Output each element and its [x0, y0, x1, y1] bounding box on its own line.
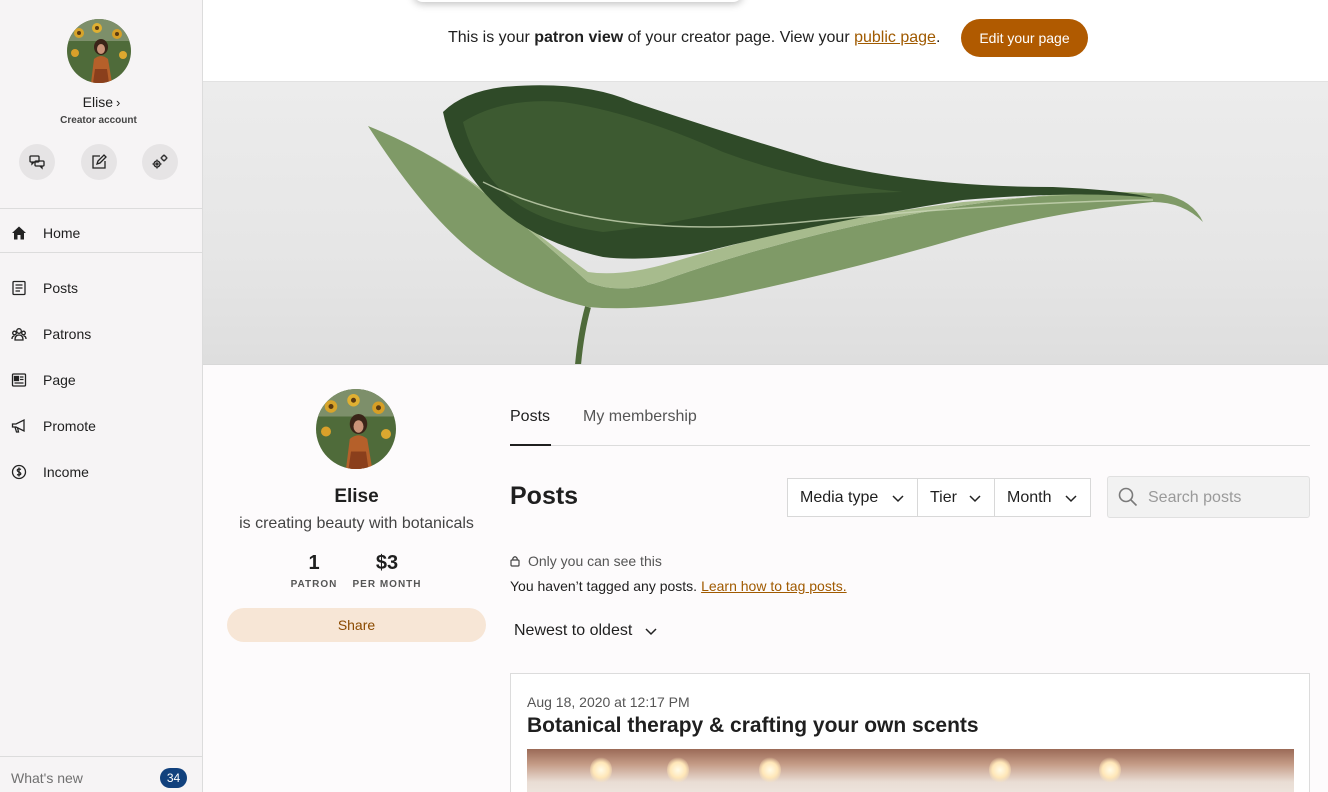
stat-value: $3: [375, 552, 399, 574]
chevron-down-icon: [969, 495, 981, 503]
post-title[interactable]: Botanical therapy & crafting your own sc…: [527, 714, 979, 738]
creator-name: Elise: [334, 486, 379, 507]
tier-filter[interactable]: Tier: [917, 478, 995, 517]
sidebar-item-home[interactable]: Home: [0, 213, 202, 253]
patron-count-stat: 1 PATRON: [290, 552, 338, 590]
sidebar-divider: [0, 208, 202, 209]
settings-icon: [152, 154, 168, 169]
filter-label: Media type: [800, 489, 879, 506]
month-filter[interactable]: Month: [994, 478, 1091, 517]
share-button[interactable]: Share: [227, 608, 486, 642]
creator-avatar: [316, 389, 396, 469]
sidebar: Elise › Creator account Home Posts Patron…: [0, 0, 203, 792]
edit-icon: [92, 154, 107, 169]
sidebar-item-label: Page: [43, 372, 76, 388]
dollar-icon: [11, 464, 27, 480]
public-page-link[interactable]: public page: [854, 29, 936, 46]
sidebar-item-page[interactable]: Page: [0, 360, 202, 400]
candle-light: [1099, 757, 1121, 783]
candle-light: [759, 757, 781, 783]
sidebar-item-label: Home: [43, 224, 81, 241]
edit-page-button[interactable]: Edit your page: [961, 19, 1088, 57]
candle-light: [590, 757, 612, 783]
banner-text: .: [935, 29, 941, 46]
chevron-down-icon: [892, 495, 904, 503]
sidebar-item-label: Promote: [43, 418, 96, 434]
home-icon: [12, 226, 26, 240]
avatar[interactable]: [67, 19, 131, 83]
stat-value: 1: [308, 552, 320, 574]
untagged-text: You haven’t tagged any posts.: [510, 578, 698, 594]
messages-icon: [29, 155, 45, 170]
filter-label: Tier: [930, 489, 957, 506]
account-name-label: Elise: [82, 94, 113, 110]
post-card[interactable]: Aug 18, 2020 at 12:17 PM Botanical thera…: [510, 673, 1310, 792]
settings-button[interactable]: [142, 144, 178, 180]
untagged-notice: You haven’t tagged any posts. Learn how t…: [510, 578, 847, 594]
cover-image: [203, 82, 1328, 365]
patron-view-banner: This is your patron view of your creator…: [203, 0, 1328, 82]
sidebar-item-posts[interactable]: Posts: [0, 268, 202, 308]
megaphone-icon: [11, 418, 25, 433]
tab-posts[interactable]: Posts: [510, 406, 551, 446]
chevron-down-icon: [645, 628, 657, 636]
sidebar-item-label: Posts: [43, 280, 79, 296]
chevron-down-icon: [1065, 495, 1077, 503]
post-image[interactable]: [527, 749, 1294, 792]
posts-heading: Posts: [510, 482, 579, 510]
sidebar-divider: [0, 756, 202, 757]
whats-new-link[interactable]: What's new: [11, 770, 83, 786]
monthly-income-stat: $3 PER MONTH: [350, 552, 424, 590]
patrons-icon: [11, 328, 27, 341]
account-name[interactable]: Elise ›: [0, 94, 203, 110]
candle-light: [989, 757, 1011, 783]
post-date: Aug 18, 2020 at 12:17 PM: [527, 694, 690, 710]
banner-text: of your creator page. View your: [623, 29, 855, 46]
stat-label: PER MONTH: [352, 579, 422, 590]
creator-tagline: is creating beauty with botanicals: [239, 515, 474, 532]
edit-button[interactable]: [81, 144, 117, 180]
lock-icon: [510, 556, 520, 567]
media-type-filter[interactable]: Media type: [787, 478, 918, 517]
filter-label: Month: [1007, 489, 1052, 506]
sort-dropdown[interactable]: Newest to oldest: [514, 622, 658, 640]
content-tabs: Posts My membership: [510, 406, 1310, 446]
learn-tag-posts-link[interactable]: Learn how to tag posts.: [701, 578, 847, 594]
tab-my-membership[interactable]: My membership: [583, 406, 697, 446]
account-type: Creator account: [60, 115, 137, 126]
sidebar-item-income[interactable]: Income: [0, 452, 202, 492]
visibility-note: Only you can see this: [510, 553, 662, 569]
chevron-right-icon: ›: [116, 95, 121, 110]
banner-bold-text: patron view: [534, 29, 624, 46]
sidebar-item-promote[interactable]: Promote: [0, 406, 202, 446]
stat-label: PATRON: [290, 579, 338, 590]
banner-text: This is your: [448, 29, 535, 46]
search-posts-box: [1107, 476, 1310, 518]
sidebar-item-label: Income: [43, 464, 89, 480]
candle-light: [667, 757, 689, 783]
patron-view-message: This is your patron view of your creator…: [448, 29, 940, 47]
posts-icon: [12, 280, 26, 296]
sidebar-item-label: Patrons: [43, 326, 92, 342]
visibility-note-text: Only you can see this: [528, 553, 662, 569]
messages-button[interactable]: [19, 144, 55, 180]
page-icon: [11, 373, 27, 387]
sidebar-item-patrons[interactable]: Patrons: [0, 314, 202, 354]
popup-shadow: [413, 0, 743, 2]
whats-new-count-badge: 34: [160, 768, 187, 788]
search-input[interactable]: [1148, 487, 1303, 509]
sort-label: Newest to oldest: [514, 622, 633, 639]
search-icon: [1118, 487, 1138, 507]
